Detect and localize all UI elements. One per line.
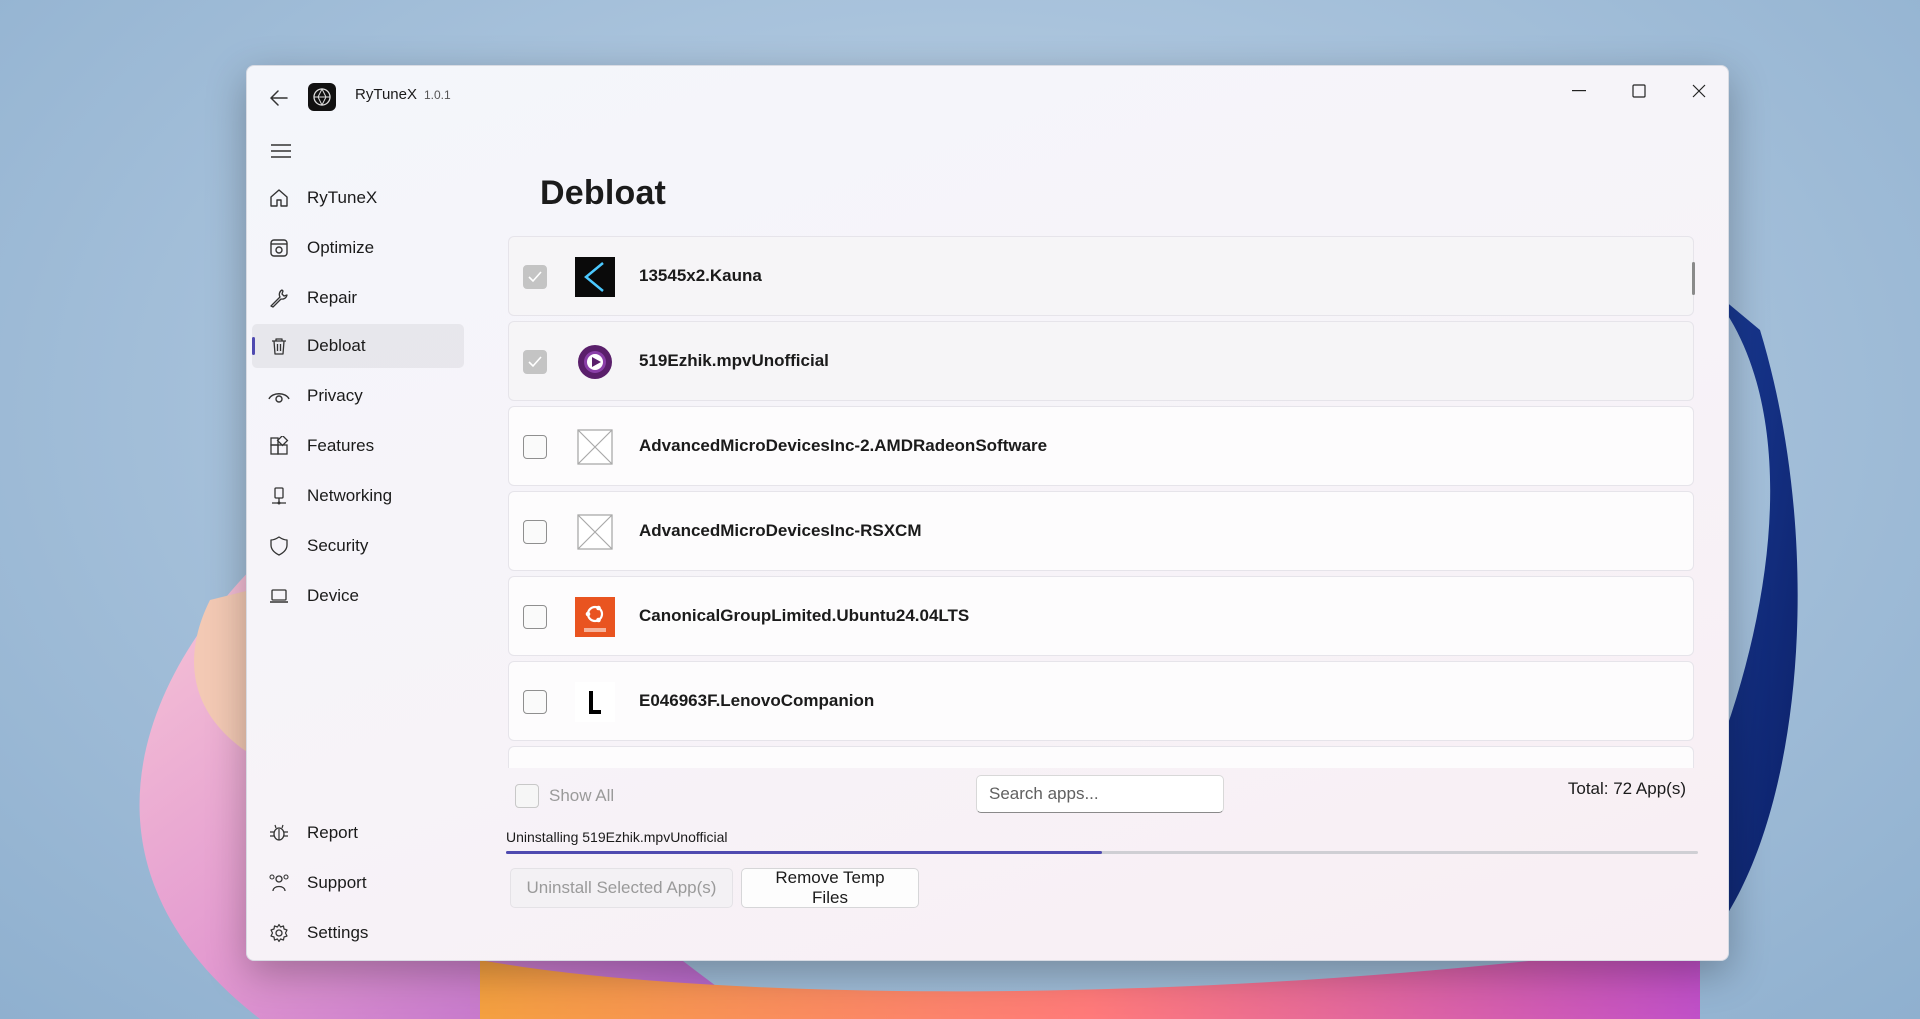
app-logo-icon <box>308 83 336 111</box>
sidebar-item-privacy[interactable]: Privacy <box>252 374 464 418</box>
sidebar-item-report[interactable]: Report <box>252 811 464 855</box>
app-name: AdvancedMicroDevicesInc-2.AMDRadeonSoftw… <box>639 436 1048 455</box>
app-name: 13545x2.Kauna <box>639 266 762 285</box>
optimize-icon <box>268 237 290 259</box>
sidebar-item-repair[interactable]: Repair <box>252 276 464 320</box>
list-item[interactable]: AdvancedMicroDevicesInc-2.AMDRadeonSoftw… <box>508 406 1694 486</box>
app-checkbox[interactable] <box>523 265 547 289</box>
kauna-icon <box>575 257 615 297</box>
remove-temp-files-button[interactable]: Remove Temp Files <box>741 868 919 908</box>
network-icon <box>268 485 290 507</box>
app-name: CanonicalGroupLimited.Ubuntu24.04LTS <box>639 606 970 625</box>
minimize-icon <box>1572 90 1586 92</box>
sidebar-item-support[interactable]: Support <box>252 861 464 905</box>
hamburger-icon <box>271 144 291 158</box>
home-icon <box>268 187 290 209</box>
checkmark-icon <box>528 271 542 283</box>
app-title: RyTuneX <box>355 86 417 103</box>
sidebar-item-label: Privacy <box>307 386 363 405</box>
app-list: 13545x2.Kauna 519Ezhik.mpvUnofficial Adv… <box>508 236 1698 768</box>
app-name: 519Ezhik.mpvUnofficial <box>639 351 829 370</box>
title-bar: RyTuneX 1.0.1 <box>247 66 1728 126</box>
sidebar-item-label: RyTuneX <box>307 188 378 207</box>
status-text: Uninstalling 519Ezhik.mpvUnofficial <box>506 829 728 845</box>
app-checkbox[interactable] <box>523 605 547 629</box>
list-item[interactable] <box>508 746 1694 768</box>
arrow-left-icon <box>270 90 288 106</box>
list-item[interactable]: 13545x2.Kauna <box>508 236 1694 316</box>
eye-icon <box>268 385 290 407</box>
uninstall-selected-button[interactable]: Uninstall Selected App(s) <box>510 868 733 908</box>
app-name: AdvancedMicroDevicesInc-RSXCM <box>639 521 922 540</box>
laptop-icon <box>268 585 290 607</box>
app-version: 1.0.1 <box>424 88 451 102</box>
show-all-label: Show All <box>549 786 615 805</box>
sidebar-item-settings[interactable]: Settings <box>252 911 464 955</box>
list-item[interactable]: AdvancedMicroDevicesInc-RSXCM <box>508 491 1694 571</box>
features-icon <box>268 435 290 457</box>
sidebar-item-security[interactable]: Security <box>252 524 464 568</box>
sidebar-item-device[interactable]: Device <box>252 574 464 618</box>
sidebar-item-label: Support <box>307 873 367 892</box>
back-button[interactable] <box>261 80 297 116</box>
list-item[interactable]: E046963F.LenovoCompanion <box>508 661 1694 741</box>
placeholder-icon <box>575 427 615 467</box>
total-count: Total: 72 App(s) <box>1567 779 1686 798</box>
sidebar-item-label: Features <box>307 436 375 455</box>
app-name: E046963F.LenovoCompanion <box>639 691 875 710</box>
mpv-icon <box>575 342 615 382</box>
nav-toggle-button[interactable] <box>263 133 299 169</box>
app-checkbox[interactable] <box>523 520 547 544</box>
sidebar-item-label: Optimize <box>307 238 375 257</box>
support-icon <box>268 872 290 894</box>
show-all-checkbox[interactable]: Show All <box>515 784 614 808</box>
app-checkbox[interactable] <box>523 690 547 714</box>
shield-icon <box>268 535 290 557</box>
page-title: Debloat <box>540 174 667 212</box>
sidebar-item-features[interactable]: Features <box>252 424 464 468</box>
placeholder-icon <box>575 512 615 552</box>
sidebar-item-label: Device <box>307 586 359 605</box>
app-checkbox[interactable] <box>523 350 547 374</box>
wrench-icon <box>268 287 290 309</box>
bug-icon <box>268 822 290 844</box>
show-all-box[interactable] <box>515 784 539 808</box>
close-button[interactable] <box>1676 74 1722 108</box>
sidebar-item-optimize[interactable]: Optimize <box>252 226 464 270</box>
sidebar-item-label: Debloat <box>307 336 366 355</box>
sidebar-item-label: Settings <box>307 923 369 942</box>
app-checkbox[interactable] <box>523 435 547 459</box>
close-icon <box>1692 84 1706 98</box>
list-item[interactable]: CanonicalGroupLimited.Ubuntu24.04LTS <box>508 576 1694 656</box>
app-window: RyTuneX 1.0.1 RyTuneX Optimize Repair De… <box>246 65 1729 961</box>
gear-icon <box>268 922 290 944</box>
sidebar-item-debloat[interactable]: Debloat <box>252 324 464 368</box>
sidebar-item-label: Networking <box>307 486 393 505</box>
ubuntu-icon <box>575 597 615 637</box>
progress-fill <box>506 851 1102 854</box>
lenovo-icon <box>575 682 615 722</box>
search-input[interactable] <box>976 775 1224 813</box>
list-scrollbar[interactable] <box>1692 262 1695 295</box>
minimize-button[interactable] <box>1556 74 1602 108</box>
sidebar-item-rytunex[interactable]: RyTuneX <box>252 176 464 220</box>
sidebar-item-label: Report <box>307 823 359 842</box>
progress-bar <box>506 851 1698 854</box>
trash-icon <box>268 335 290 357</box>
sidebar-item-networking[interactable]: Networking <box>252 474 464 518</box>
sidebar-item-label: Repair <box>307 288 358 307</box>
maximize-icon <box>1632 84 1646 98</box>
sidebar-item-label: Security <box>307 536 369 555</box>
checkmark-icon <box>528 356 542 368</box>
list-item[interactable]: 519Ezhik.mpvUnofficial <box>508 321 1694 401</box>
maximize-button[interactable] <box>1616 74 1662 108</box>
